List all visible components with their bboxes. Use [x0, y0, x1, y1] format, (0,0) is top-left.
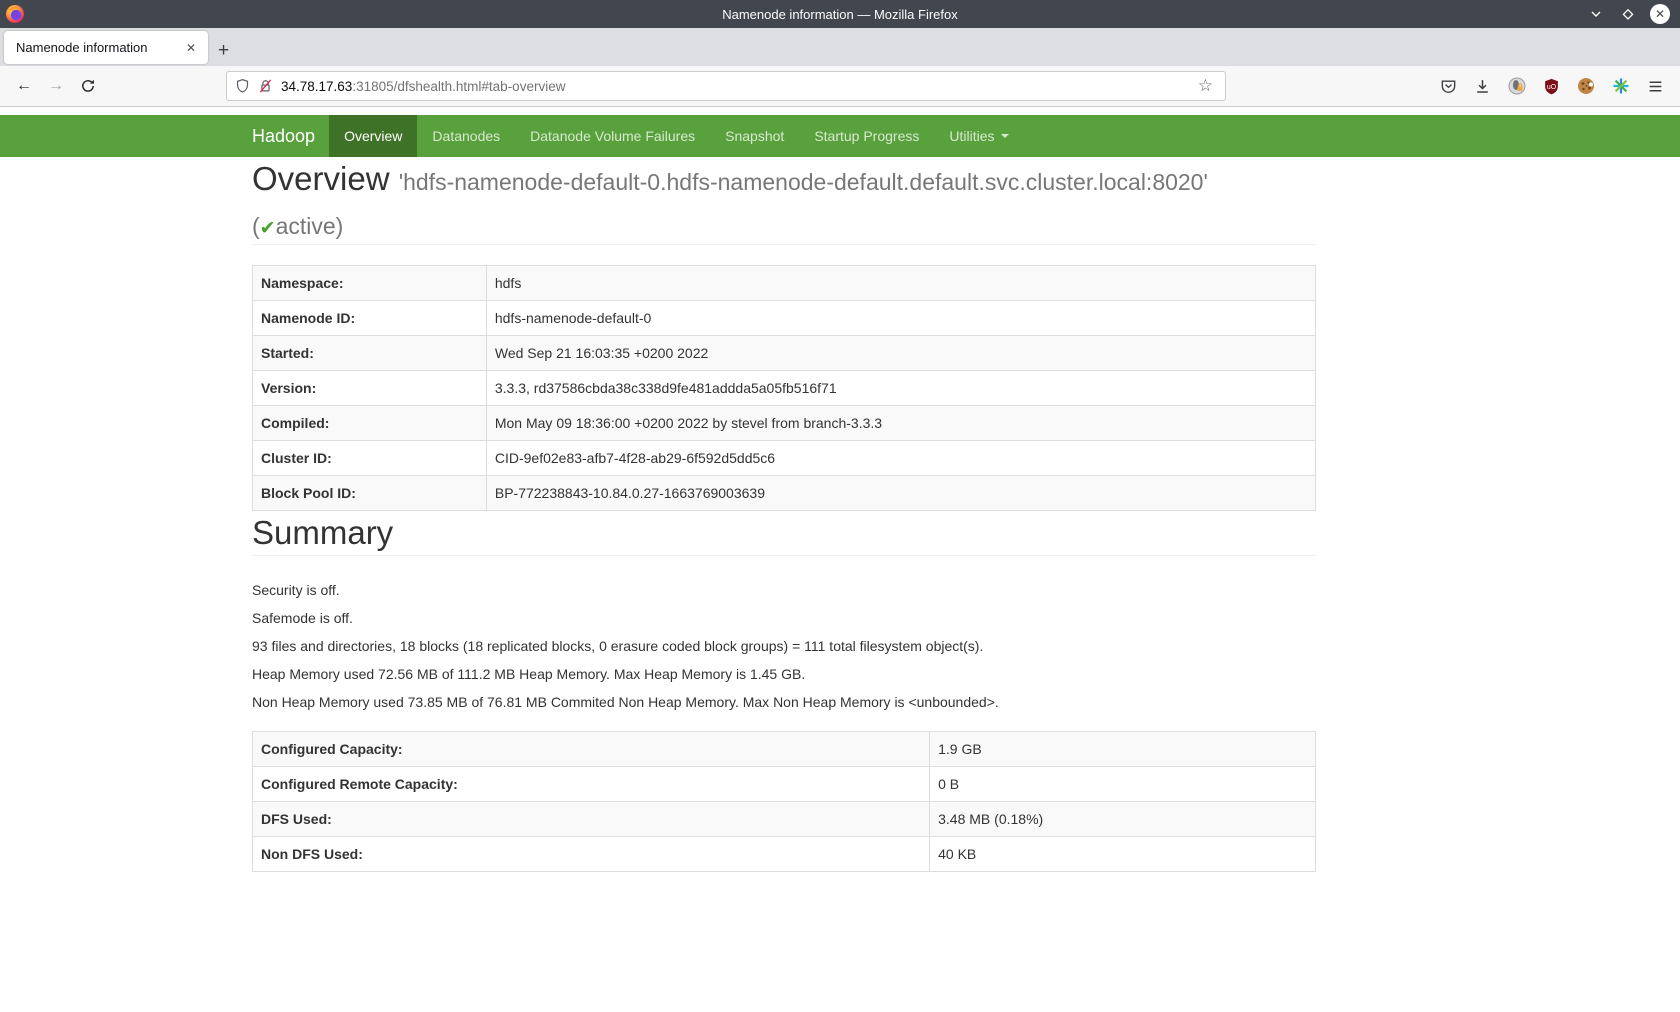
browser-toolbar: ← → 34.78.17.63 :31805/dfshealth.html#ta…: [0, 66, 1680, 107]
tab-close-icon[interactable]: ✕: [182, 39, 200, 57]
bookmark-star-icon[interactable]: ☆: [1194, 76, 1217, 96]
table-row: Compiled: Mon May 09 18:36:00 +0200 2022…: [253, 406, 1316, 441]
navbar-brand[interactable]: Hadoop: [252, 115, 329, 157]
security-status-text: Security is off.: [252, 580, 1316, 600]
filesystem-objects-text: 93 files and directories, 18 blocks (18 …: [252, 636, 1316, 656]
table-row: DFS Used: 3.48 MB (0.18%): [253, 801, 1316, 836]
minimize-icon[interactable]: [1586, 4, 1606, 24]
close-window-icon[interactable]: ✕: [1650, 4, 1670, 24]
table-row: Non DFS Used: 40 KB: [253, 836, 1316, 871]
summary-heading: Summary: [252, 511, 1316, 555]
status-badge: active): [276, 213, 344, 239]
page-content: Hadoop Overview Datanodes Datanode Volum…: [0, 115, 1680, 872]
window-title: Namenode information — Mozilla Firefox: [0, 7, 1680, 22]
nav-item-utilities[interactable]: Utilities: [934, 115, 1023, 157]
url-host: 34.78.17.63: [281, 79, 352, 94]
status-open-paren: (: [252, 213, 260, 239]
table-row: Version: 3.3.3, rd37586cbda38c338d9fe481…: [253, 371, 1316, 406]
divider: [252, 244, 1316, 245]
maximize-icon[interactable]: [1618, 4, 1638, 24]
cookie-extension-icon[interactable]: [1577, 77, 1595, 95]
table-row: Started: Wed Sep 21 16:03:35 +0200 2022: [253, 336, 1316, 371]
menu-hamburger-icon[interactable]: [1647, 78, 1664, 95]
namenode-address: 'hdfs-namenode-default-0.hdfs-namenode-d…: [399, 169, 1208, 195]
nav-item-datanode-volume-failures[interactable]: Datanode Volume Failures: [515, 115, 710, 157]
url-path: :31805/dfshealth.html#tab-overview: [352, 79, 1193, 94]
pocket-icon[interactable]: [1440, 78, 1457, 95]
insecure-lock-icon[interactable]: [258, 78, 273, 94]
table-row: Namespace: hdfs: [253, 266, 1316, 301]
nav-item-startup-progress[interactable]: Startup Progress: [799, 115, 934, 157]
table-row: Block Pool ID: BP-772238843-10.84.0.27-1…: [253, 476, 1316, 511]
overview-title: Overview: [252, 160, 390, 197]
window-titlebar: Namenode information — Mozilla Firefox ✕: [0, 0, 1680, 28]
tab-namenode-information[interactable]: Namenode information ✕: [4, 31, 208, 64]
back-button[interactable]: ←: [8, 77, 40, 95]
table-row: Namenode ID: hdfs-namenode-default-0: [253, 301, 1316, 336]
nav-item-overview[interactable]: Overview: [329, 115, 417, 157]
firefox-logo-icon: [5, 4, 25, 24]
extension-proxy-lock-icon[interactable]: [1508, 77, 1526, 95]
url-bar[interactable]: 34.78.17.63 :31805/dfshealth.html#tab-ov…: [226, 71, 1226, 101]
safemode-status-text: Safemode is off.: [252, 608, 1316, 628]
tab-title: Namenode information: [16, 40, 182, 55]
ublock-origin-icon[interactable]: uO: [1543, 78, 1560, 95]
new-tab-button[interactable]: +: [208, 40, 239, 66]
heap-memory-text: Heap Memory used 72.56 MB of 111.2 MB He…: [252, 664, 1316, 684]
namenode-info-table: Namespace: hdfs Namenode ID: hdfs-nameno…: [252, 265, 1316, 511]
non-heap-memory-text: Non Heap Memory used 73.85 MB of 76.81 M…: [252, 692, 1316, 712]
capacity-table: Configured Capacity: 1.9 GB Configured R…: [252, 731, 1316, 872]
overview-heading: Overview 'hdfs-namenode-default-0.hdfs-n…: [252, 157, 1316, 244]
table-row: Configured Capacity: 1.9 GB: [253, 731, 1316, 766]
summary-paragraphs: Security is off. Safemode is off. 93 fil…: [252, 580, 1316, 712]
divider: [252, 555, 1316, 556]
forward-button[interactable]: →: [40, 77, 72, 95]
chevron-down-icon: [1001, 134, 1009, 138]
asterisk-extension-icon[interactable]: [1612, 77, 1630, 95]
nav-item-snapshot[interactable]: Snapshot: [710, 115, 799, 157]
svg-text:uO: uO: [1547, 83, 1557, 90]
table-row: Cluster ID: CID-9ef02e83-afb7-4f28-ab29-…: [253, 441, 1316, 476]
reload-button[interactable]: [72, 78, 104, 94]
nav-item-datanodes[interactable]: Datanodes: [417, 115, 515, 157]
tab-strip: Namenode information ✕ +: [0, 28, 1680, 66]
shield-icon[interactable]: [235, 78, 250, 94]
hadoop-navbar: Hadoop Overview Datanodes Datanode Volum…: [0, 115, 1680, 157]
active-check-icon: ✔: [260, 218, 276, 239]
table-row: Configured Remote Capacity: 0 B: [253, 766, 1316, 801]
download-icon[interactable]: [1474, 78, 1491, 95]
